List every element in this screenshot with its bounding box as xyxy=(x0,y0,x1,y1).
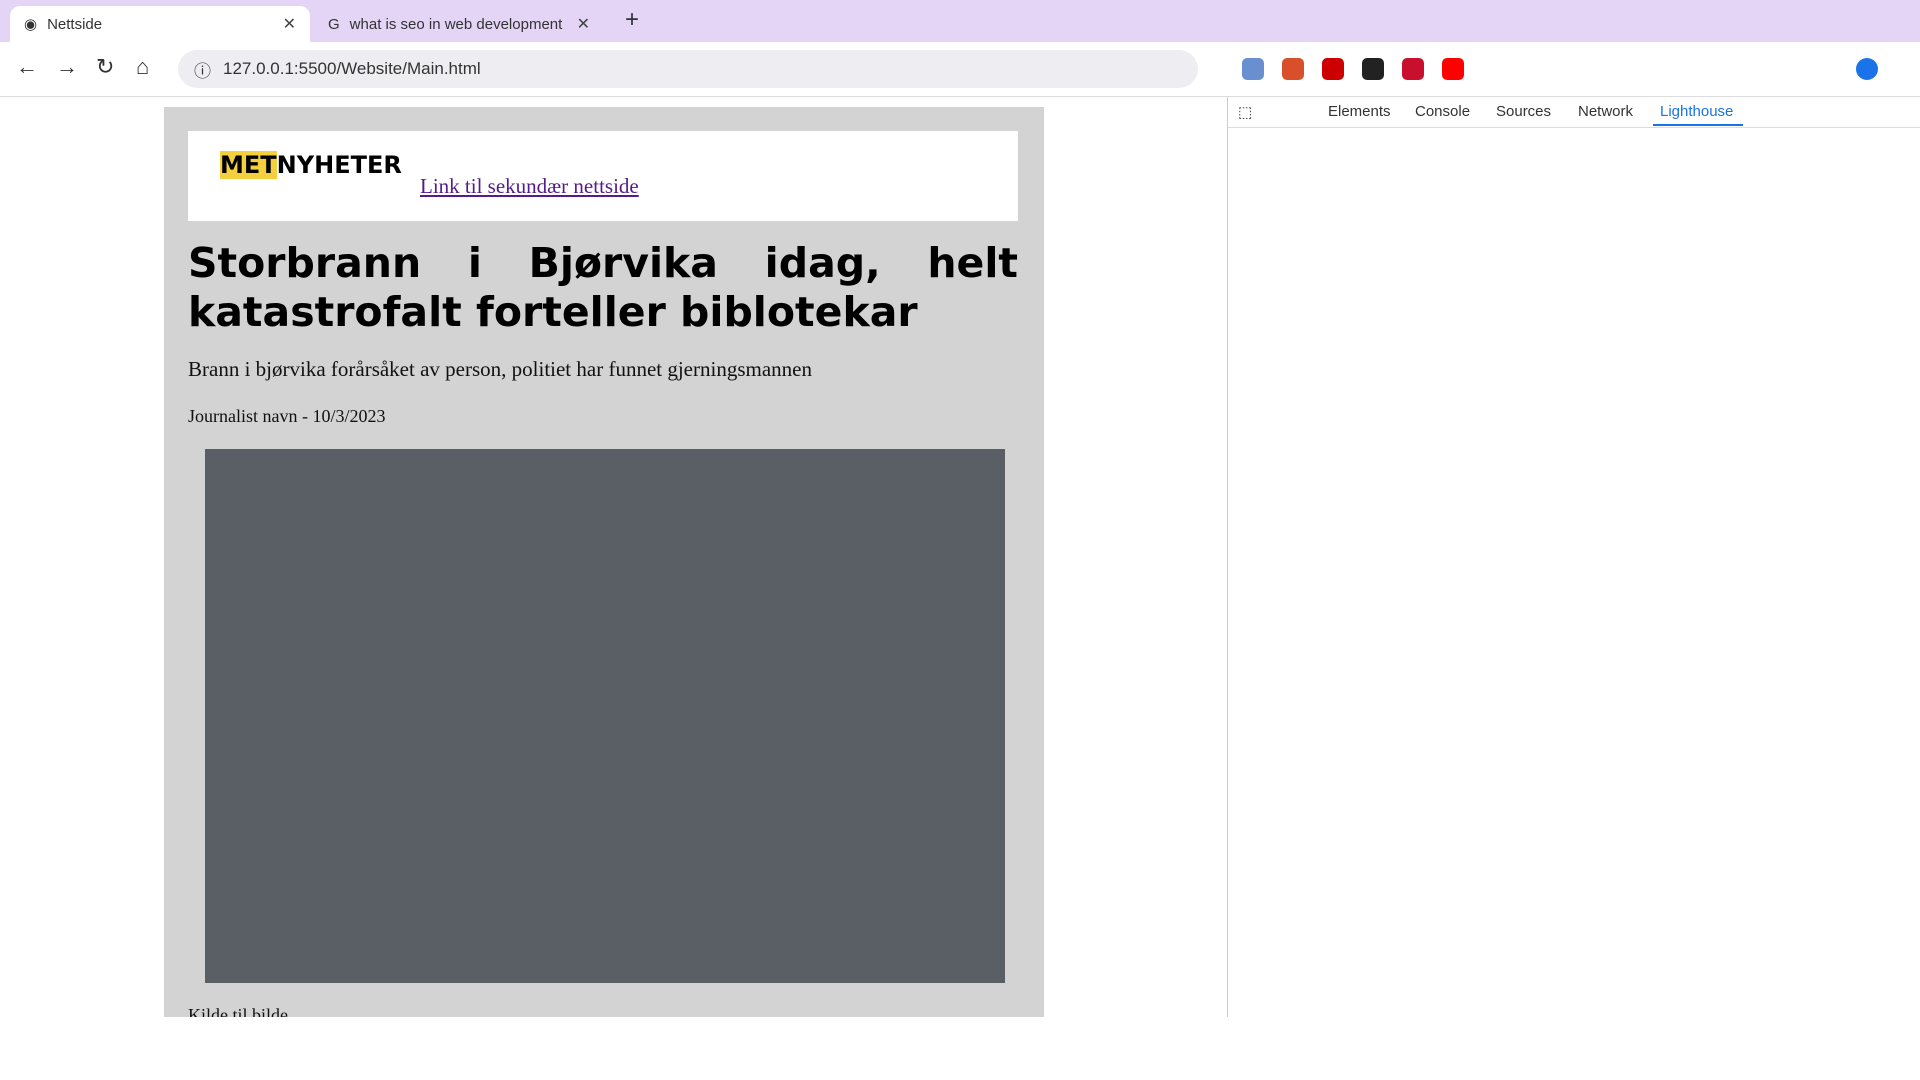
article-byline: Journalist navn - 10/3/2023 xyxy=(188,406,386,426)
inspect-icon[interactable]: ⬚ xyxy=(1238,103,1252,121)
extension-icon[interactable] xyxy=(1402,58,1424,80)
active-tab-indicator xyxy=(1653,124,1743,126)
back-icon[interactable]: ← xyxy=(16,54,38,80)
profile-avatar[interactable] xyxy=(1856,58,1878,80)
tab-console[interactable]: Console xyxy=(1415,103,1470,120)
forward-icon[interactable]: → xyxy=(56,54,78,80)
tab-network[interactable]: Network xyxy=(1578,103,1633,120)
address-text: 127.0.0.1:5500/Website/Main.html xyxy=(223,59,481,78)
tab-strip: ◉ Nettside ✕ G what is seo in web develo… xyxy=(0,0,1920,42)
info-icon: ⓘ xyxy=(194,61,211,81)
tab-elements[interactable]: Elements xyxy=(1328,103,1391,120)
site-header: METNYHETER Link til sekundær nettside xyxy=(188,131,1018,221)
tab-title: what is seo in web development xyxy=(349,15,563,33)
web-page: METNYHETER Link til sekundær nettside St… xyxy=(0,97,1208,1017)
home-icon[interactable]: ⌂ xyxy=(136,54,149,80)
extension-icon[interactable] xyxy=(1282,58,1304,80)
secondary-page-link[interactable]: Link til sekundær nettside xyxy=(420,174,639,199)
tab-lighthouse[interactable]: Lighthouse xyxy=(1660,103,1733,120)
tab-title: Nettside xyxy=(47,15,103,33)
devtools-panel: ⬚ Elements Console Sources Network Light… xyxy=(1227,97,1920,1017)
tab-sources[interactable]: Sources xyxy=(1496,103,1551,120)
tab-seo-search[interactable]: G what is seo in web development ✕ xyxy=(314,6,604,42)
extension-icon[interactable] xyxy=(1242,58,1264,80)
close-tab-icon[interactable]: ✕ xyxy=(577,14,590,34)
article-container: METNYHETER Link til sekundær nettside St… xyxy=(164,107,1044,1017)
devtools-tabs: ⬚ Elements Console Sources Network Light… xyxy=(1228,97,1920,128)
extension-icon[interactable] xyxy=(1322,58,1344,80)
article-headline: Storbrann i Bjørvika idag, helt katastro… xyxy=(188,239,1018,336)
tab-nettside[interactable]: ◉ Nettside ✕ xyxy=(10,6,310,42)
photo-caption: Kilde til bilde xyxy=(188,1005,288,1017)
new-tab-button[interactable]: + xyxy=(625,6,639,34)
article-photo xyxy=(205,449,1005,983)
browser-toolbar: ← → ↻ ⌂ ⓘ 127.0.0.1:5500/Website/Main.ht… xyxy=(0,42,1920,97)
google-icon: G xyxy=(328,15,340,33)
extension-icon[interactable] xyxy=(1442,58,1464,80)
address-bar[interactable]: ⓘ 127.0.0.1:5500/Website/Main.html xyxy=(178,50,1198,88)
site-logo[interactable]: METNYHETER xyxy=(220,151,402,179)
extension-icon[interactable] xyxy=(1362,58,1384,80)
globe-icon: ◉ xyxy=(24,16,38,33)
close-tab-icon[interactable]: ✕ xyxy=(283,14,296,34)
article-subtitle: Brann i bjørvika forårsåket av person, p… xyxy=(188,357,812,381)
reload-icon[interactable]: ↻ xyxy=(96,54,114,80)
